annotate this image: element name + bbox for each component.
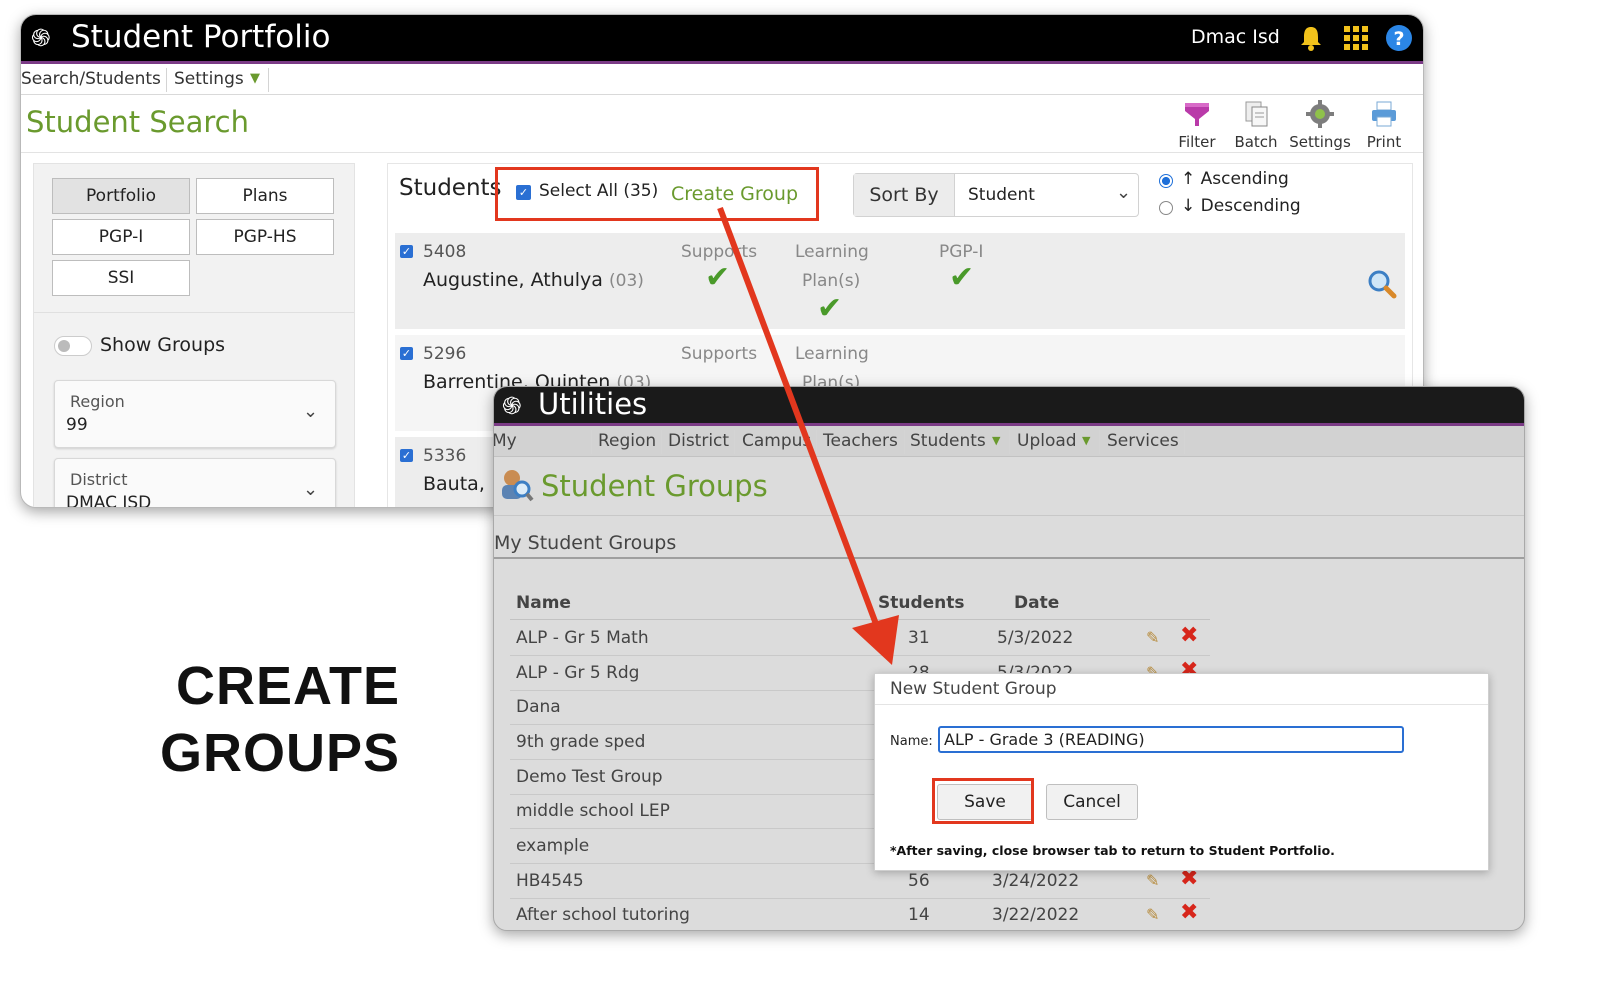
caption-line-2: GROUPS [159,723,400,783]
caption-line-1: CREATE [175,656,400,716]
arrow-annotation [717,206,899,665]
